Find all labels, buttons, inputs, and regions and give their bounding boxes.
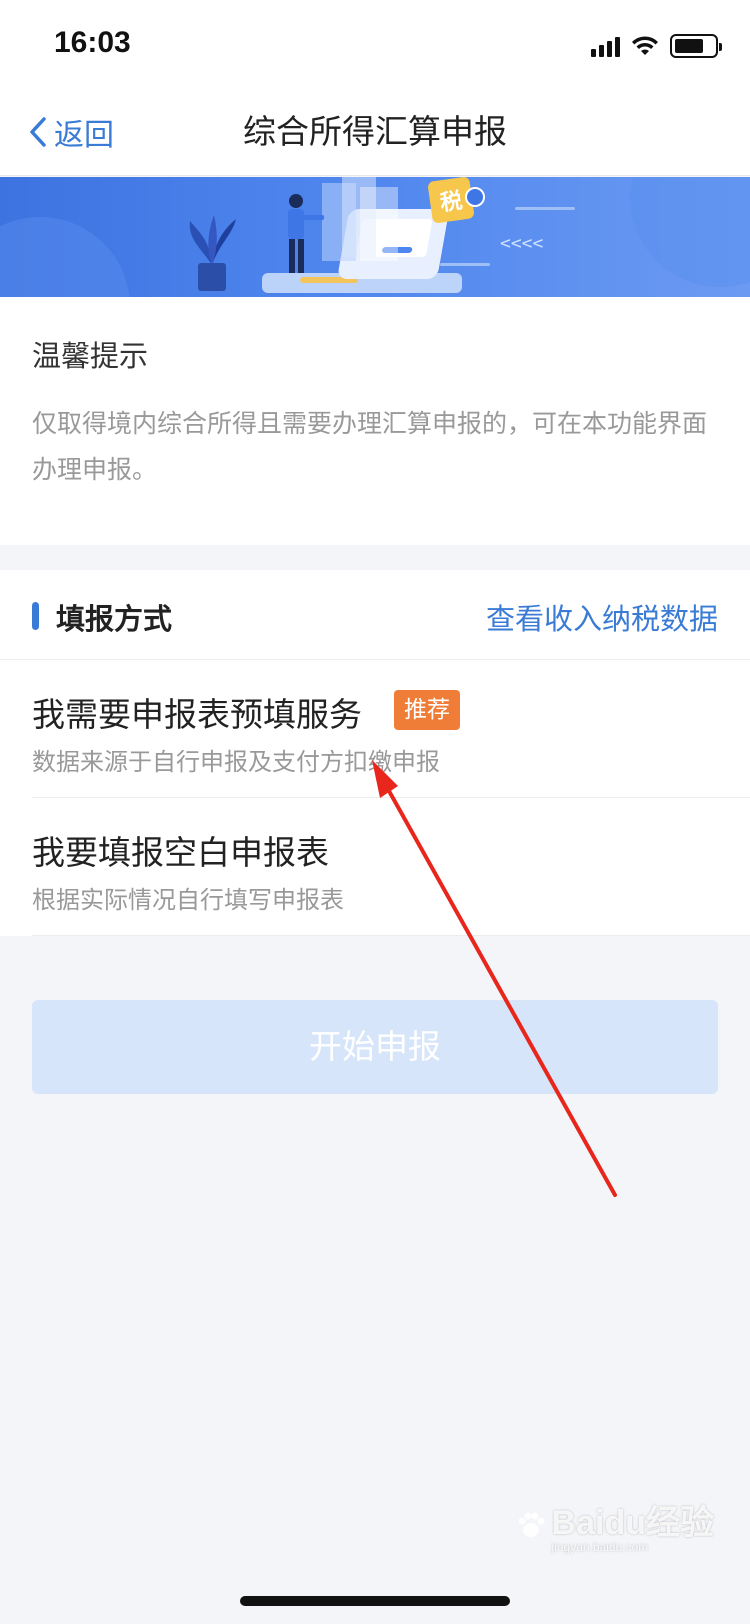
plant-icon [189, 215, 236, 291]
section-accent-bar [32, 602, 39, 630]
tips-text: 仅取得境内综合所得且需要办理汇算申报的，可在本功能界面办理申报。 [32, 409, 708, 484]
watermark-brand: Baidu经验 [551, 1504, 714, 1542]
recommend-badge: 推荐 [394, 690, 460, 730]
home-indicator[interactable] [240, 1596, 510, 1606]
filing-method-header: 填报方式 查看收入纳税数据 [0, 570, 750, 660]
banner: 税 <<<< [0, 177, 750, 297]
status-bar: 16:03 [0, 0, 750, 88]
signal-icon [591, 35, 620, 57]
option-title: 我要填报空白申报表 [32, 833, 329, 872]
view-income-tax-data-link[interactable]: 查看收入纳税数据 [486, 596, 718, 638]
tax-badge-icon: 税 [428, 177, 485, 223]
nav-bar: 返回 综合所得汇算申报 [0, 88, 750, 176]
banner-illustration: 税 <<<< [0, 177, 750, 297]
tips-card: 温馨提示 仅取得境内综合所得且需要办理汇算申报的，可在本功能界面办理申报。 [0, 297, 750, 545]
status-time: 16:03 [54, 26, 131, 59]
page-title: 综合所得汇算申报 [243, 112, 507, 151]
option-blank-form[interactable]: 我要填报空白申报表 根据实际情况自行填写申报表 [0, 798, 750, 936]
banner-arrows: <<<< [500, 233, 544, 254]
filing-method-title: 填报方式 [56, 602, 173, 636]
wifi-icon [632, 36, 658, 55]
tax-badge-text: 税 [439, 188, 464, 217]
paw-icon [518, 1512, 545, 1537]
option-title: 我需要申报表预填服务 [32, 695, 362, 734]
battery-icon [670, 34, 722, 58]
option-subtitle: 数据来源于自行申报及支付方扣缴申报 [32, 748, 440, 776]
person-illustration [288, 194, 324, 273]
status-icons [591, 32, 722, 60]
tips-title: 温馨提示 [32, 339, 149, 373]
divider [32, 935, 750, 936]
start-filing-button[interactable]: 开始申报 [32, 1000, 718, 1094]
option-subtitle: 根据实际情况自行填写申报表 [32, 886, 344, 914]
option-prefill-service[interactable]: 我需要申报表预填服务 推荐 数据来源于自行申报及支付方扣缴申报 [0, 660, 750, 798]
filing-method-card: 填报方式 查看收入纳税数据 我需要申报表预填服务 推荐 数据来源于自行申报及支付… [0, 570, 750, 936]
baidu-watermark: Baidu经验 jingyan.baidu.com [516, 1495, 714, 1554]
